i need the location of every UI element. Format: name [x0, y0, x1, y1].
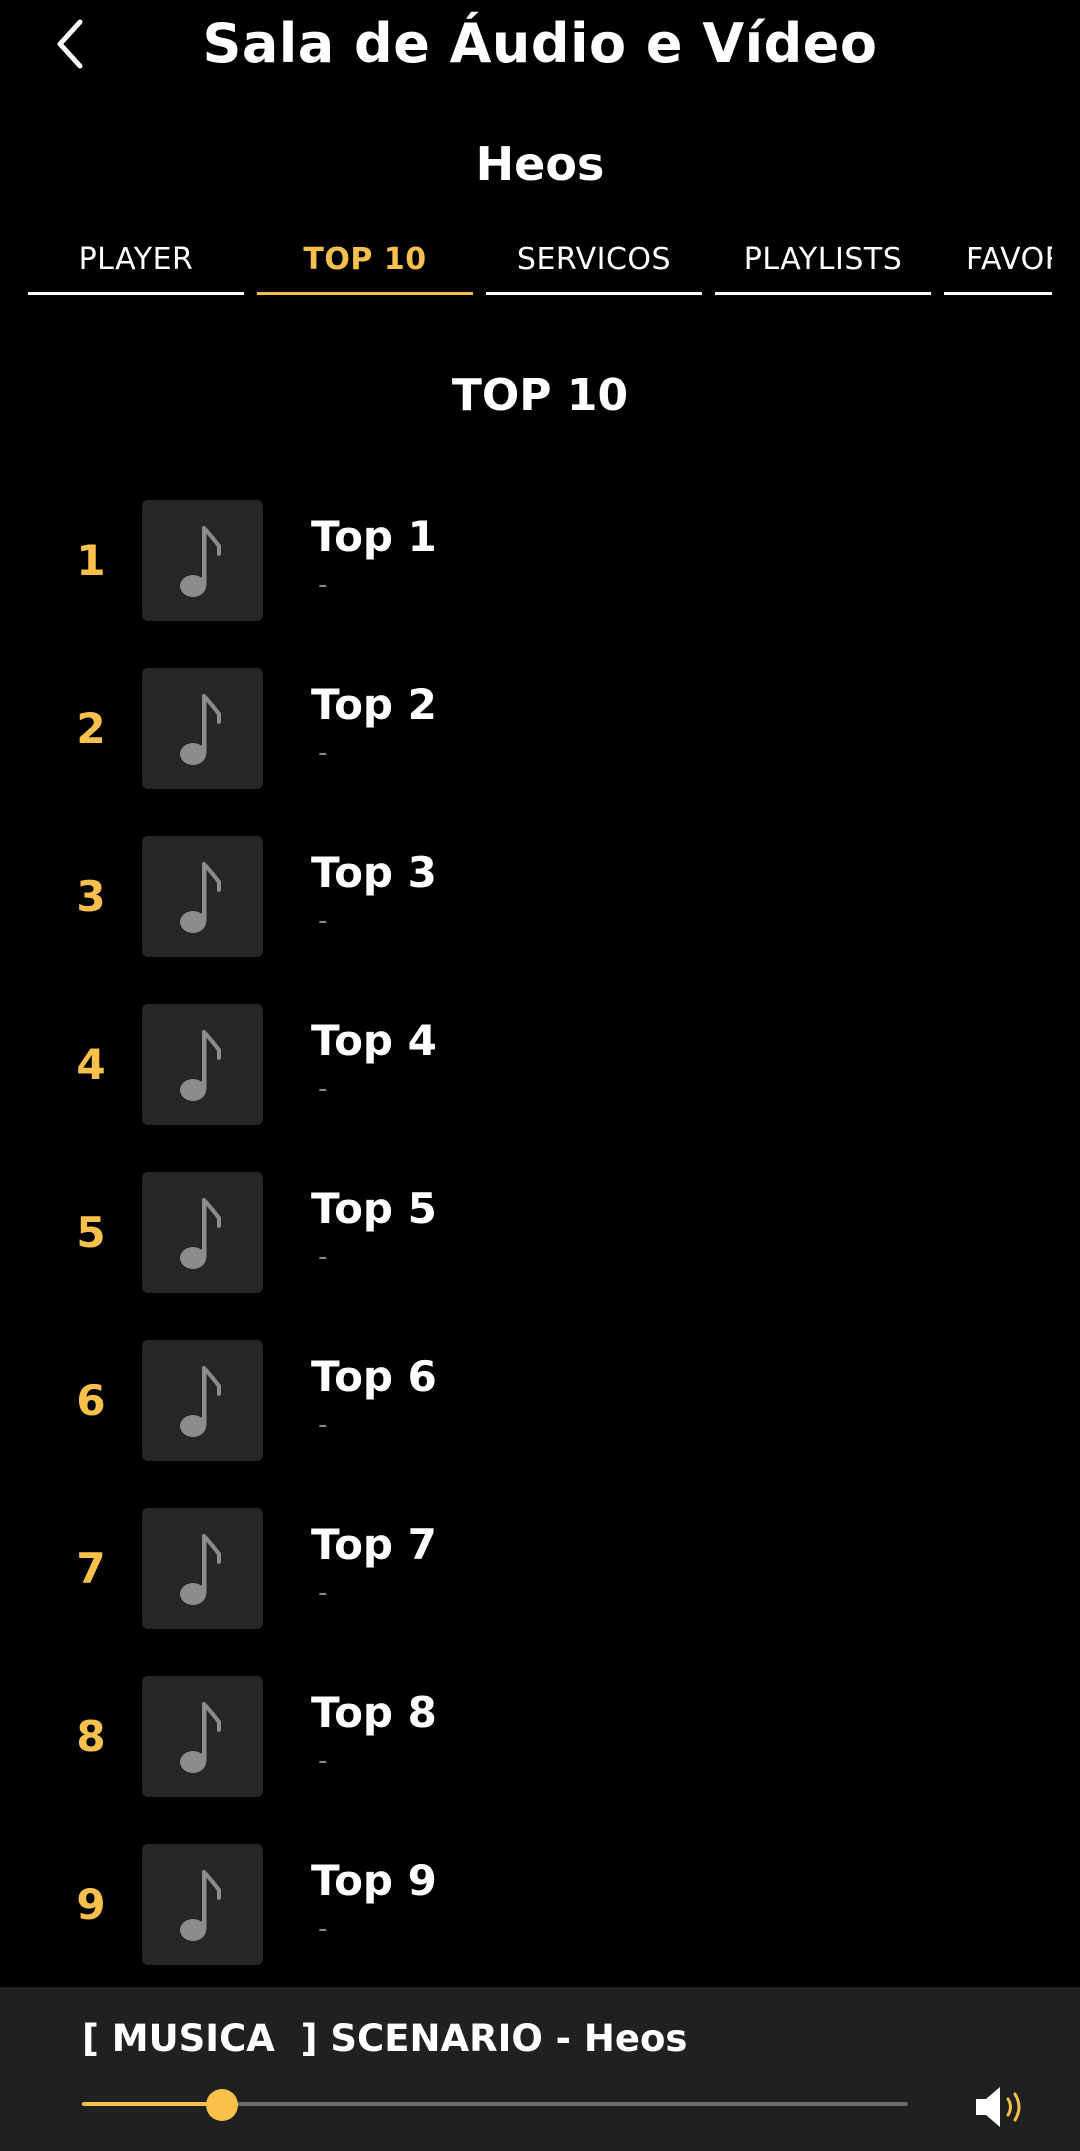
music-note-icon	[179, 1701, 221, 1773]
track-row[interactable]: 5 Top 5 -	[0, 1171, 1080, 1339]
track-thumbnail	[142, 836, 263, 957]
track-subtitle: -	[318, 906, 328, 936]
track-title: Top 5	[311, 1184, 437, 1233]
track-subtitle: -	[318, 1746, 328, 1776]
tab-servicos[interactable]: SERVICOS	[486, 232, 702, 295]
now-playing-label: [ MUSICA ] SCENARIO - Heos	[82, 2017, 688, 2060]
track-rank: 7	[76, 1544, 106, 1593]
track-subtitle: -	[318, 1578, 328, 1608]
device-name: Heos	[475, 137, 605, 191]
track-subtitle: -	[318, 738, 328, 768]
track-title: Top 4	[311, 1016, 437, 1065]
track-title: Top 2	[311, 680, 437, 729]
track-thumbnail	[142, 1844, 263, 1965]
tab-favoritos[interactable]: FAVORITOS	[944, 232, 1052, 295]
track-thumbnail	[142, 1508, 263, 1629]
tab-bar: PLAYERTOP 10SERVICOSPLAYLISTSFAVORITOS	[28, 232, 1080, 296]
track-title: Top 6	[311, 1352, 437, 1401]
track-rank: 4	[76, 1040, 106, 1089]
track-title: Top 3	[311, 848, 437, 897]
track-row[interactable]: 7 Top 7 -	[0, 1507, 1080, 1675]
tab-top-10[interactable]: TOP 10	[257, 232, 473, 295]
track-title: Top 1	[311, 512, 437, 561]
track-thumbnail	[142, 1676, 263, 1797]
track-thumbnail	[142, 1172, 263, 1293]
track-title: Top 7	[311, 1520, 437, 1569]
volume-icon	[976, 2087, 1021, 2127]
track-row[interactable]: 9 Top 9 -	[0, 1843, 1080, 2011]
music-note-icon	[179, 1029, 221, 1101]
track-rank: 3	[76, 872, 106, 921]
track-rank: 2	[76, 704, 106, 753]
volume-button[interactable]	[972, 2083, 1032, 2131]
track-row[interactable]: 2 Top 2 -	[0, 667, 1080, 835]
music-note-icon	[179, 1869, 221, 1941]
track-row[interactable]: 6 Top 6 -	[0, 1339, 1080, 1507]
track-row[interactable]: 3 Top 3 -	[0, 835, 1080, 1003]
track-subtitle: -	[318, 570, 328, 600]
track-rank: 9	[76, 1880, 106, 1929]
music-note-icon	[179, 525, 221, 597]
track-thumbnail	[142, 500, 263, 621]
track-rank: 1	[76, 536, 106, 585]
track-row[interactable]: 8 Top 8 -	[0, 1675, 1080, 1843]
track-row[interactable]: 4 Top 4 -	[0, 1003, 1080, 1171]
track-rank: 8	[76, 1712, 106, 1761]
track-thumbnail	[142, 668, 263, 789]
track-thumbnail	[142, 1340, 263, 1461]
track-row[interactable]: 1 Top 1 -	[0, 499, 1080, 667]
music-note-icon	[179, 693, 221, 765]
music-note-icon	[179, 1365, 221, 1437]
tab-player[interactable]: PLAYER	[28, 232, 244, 295]
tab-playlists[interactable]: PLAYLISTS	[715, 232, 931, 295]
top10-list: 1 Top 1 - 2 Top 2 - 3 Top 3 - 4 Top 4 - 5 Top 5 - 6 Top …	[0, 499, 1080, 2011]
page-title: Sala de Áudio e Vídeo	[202, 12, 878, 75]
track-title: Top 8	[311, 1688, 437, 1737]
track-rank: 6	[76, 1376, 106, 1425]
header: Sala de Áudio e Vídeo	[0, 0, 1080, 100]
slider-thumb[interactable]	[206, 2089, 239, 2121]
track-subtitle: -	[318, 1242, 328, 1272]
slider-fill	[82, 2102, 223, 2106]
track-subtitle: -	[318, 1914, 328, 1944]
mini-player: [ MUSICA ] SCENARIO - Heos	[0, 1987, 1080, 2151]
track-rank: 5	[76, 1208, 106, 1257]
track-thumbnail	[142, 1004, 263, 1125]
music-note-icon	[179, 861, 221, 933]
track-subtitle: -	[318, 1074, 328, 1104]
section-title: TOP 10	[451, 370, 629, 421]
music-note-icon	[179, 1533, 221, 1605]
track-title: Top 9	[311, 1856, 437, 1905]
track-subtitle: -	[318, 1410, 328, 1440]
music-note-icon	[179, 1197, 221, 1269]
progress-slider[interactable]	[82, 2089, 908, 2121]
